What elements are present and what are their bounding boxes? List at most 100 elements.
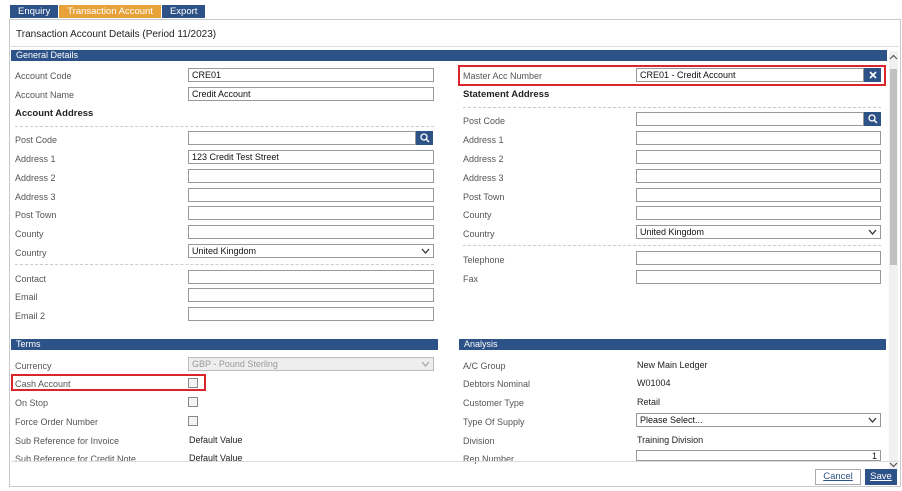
stmt-address1-field[interactable] [636, 131, 881, 145]
divider [463, 107, 881, 108]
chevron-down-icon [421, 358, 430, 370]
address3-field[interactable] [188, 188, 434, 202]
force-order-checkbox[interactable] [188, 416, 198, 426]
country-label: Country [15, 248, 47, 258]
address2-field[interactable] [188, 169, 434, 183]
stmt-county-field[interactable] [636, 206, 881, 220]
save-button[interactable]: Save [865, 469, 897, 485]
chevron-down-icon [868, 414, 877, 426]
divider [11, 46, 899, 47]
county-label: County [15, 229, 44, 239]
tab-enquiry[interactable]: Enquiry [10, 5, 59, 18]
scrollbar-thumb[interactable] [890, 69, 897, 265]
country-value: United Kingdom [192, 246, 257, 256]
email-label: Email [15, 292, 38, 302]
fax-field[interactable] [636, 270, 881, 284]
contact-field[interactable] [188, 270, 434, 284]
ac-group-label: A/C Group [463, 361, 506, 371]
stmt-address3-label: Address 3 [463, 173, 504, 183]
post-town-label: Post Town [15, 210, 57, 220]
divider [15, 264, 434, 265]
scroll-up-icon[interactable] [889, 53, 898, 62]
sub-ref-credit-label: Sub Reference for Credit Note [15, 454, 137, 464]
stmt-post-code-label: Post Code [463, 116, 506, 126]
cancel-button[interactable]: Cancel [815, 469, 861, 485]
tab-transaction-account[interactable]: Transaction Account [59, 5, 161, 18]
search-icon [867, 114, 878, 124]
scrollbar[interactable] [889, 51, 898, 471]
email-field[interactable] [188, 288, 434, 302]
post-code-search-button[interactable] [416, 131, 433, 145]
address1-label: Address 1 [15, 154, 56, 164]
master-acc-clear-button[interactable] [864, 68, 881, 82]
account-name-label: Account Name [15, 90, 75, 100]
account-code-label: Account Code [15, 71, 72, 81]
stmt-post-town-label: Post Town [463, 192, 505, 202]
tab-export[interactable]: Export [161, 5, 206, 18]
account-address-heading: Account Address [15, 108, 94, 119]
customer-type-value: Retail [637, 397, 661, 407]
address2-label: Address 2 [15, 173, 56, 183]
post-code-label: Post Code [15, 135, 58, 145]
on-stop-label: On Stop [15, 398, 49, 408]
sub-ref-invoice-value: Default Value [189, 435, 243, 445]
debtors-nominal-label: Debtors Nominal [463, 379, 531, 389]
panel-title: Transaction Account Details (Period 11/2… [16, 29, 217, 40]
chevron-down-icon [868, 226, 877, 238]
rep-number-label: Rep Number [463, 454, 515, 464]
customer-type-label: Customer Type [463, 398, 524, 408]
post-code-field[interactable] [188, 131, 416, 145]
stmt-post-code-field[interactable] [636, 112, 864, 126]
account-code-field[interactable]: CRE01 [188, 68, 434, 82]
debtors-nominal-value: W01004 [637, 378, 671, 388]
divider [11, 461, 899, 462]
fax-label: Fax [463, 274, 479, 284]
chevron-down-icon [421, 245, 430, 257]
stmt-post-code-search-button[interactable] [864, 112, 881, 126]
type-of-supply-select[interactable]: Please Select... [636, 413, 881, 427]
stmt-address1-label: Address 1 [463, 135, 504, 145]
statement-address-heading: Statement Address [463, 89, 550, 100]
divider [15, 126, 434, 127]
type-of-supply-label: Type Of Supply [463, 417, 525, 427]
contact-label: Contact [15, 274, 47, 284]
currency-select: GBP - Pound Sterling [188, 357, 434, 371]
country-select[interactable]: United Kingdom [188, 244, 434, 258]
force-order-label: Force Order Number [15, 417, 99, 427]
section-general-details: General Details [11, 50, 887, 61]
division-label: Division [463, 436, 495, 446]
telephone-label: Telephone [463, 255, 505, 265]
address1-field[interactable]: 123 Credit Test Street [188, 150, 434, 164]
stmt-address2-field[interactable] [636, 150, 881, 164]
search-icon [419, 133, 430, 143]
account-name-field[interactable]: Credit Account [188, 87, 434, 101]
currency-label: Currency [15, 361, 52, 371]
cash-account-checkbox[interactable] [188, 378, 198, 388]
sub-ref-invoice-label: Sub Reference for Invoice [15, 436, 120, 446]
tab-bar: Enquiry Transaction Account Export [10, 5, 206, 18]
telephone-field[interactable] [636, 251, 881, 265]
on-stop-checkbox[interactable] [188, 397, 198, 407]
master-acc-label: Master Acc Number [463, 71, 543, 81]
master-acc-field[interactable]: CRE01 - Credit Account [636, 68, 864, 82]
stmt-address3-field[interactable] [636, 169, 881, 183]
divider [463, 245, 881, 246]
currency-value: GBP - Pound Sterling [192, 359, 278, 369]
section-analysis: Analysis [459, 339, 886, 350]
address3-label: Address 3 [15, 192, 56, 202]
transaction-account-panel: Transaction Account Details (Period 11/2… [9, 19, 901, 487]
stmt-address2-label: Address 2 [463, 154, 504, 164]
close-icon [868, 71, 877, 79]
stmt-country-value: United Kingdom [640, 227, 705, 237]
stmt-county-label: County [463, 210, 492, 220]
stmt-post-town-field[interactable] [636, 188, 881, 202]
division-value: Training Division [637, 435, 704, 445]
section-terms: Terms [11, 339, 438, 350]
post-town-field[interactable] [188, 206, 434, 220]
county-field[interactable] [188, 225, 434, 239]
stmt-country-select[interactable]: United Kingdom [636, 225, 881, 239]
email2-field[interactable] [188, 307, 434, 321]
rep-number-field[interactable]: 1 [636, 450, 881, 461]
ac-group-value: New Main Ledger [637, 360, 708, 370]
email2-label: Email 2 [15, 311, 46, 321]
